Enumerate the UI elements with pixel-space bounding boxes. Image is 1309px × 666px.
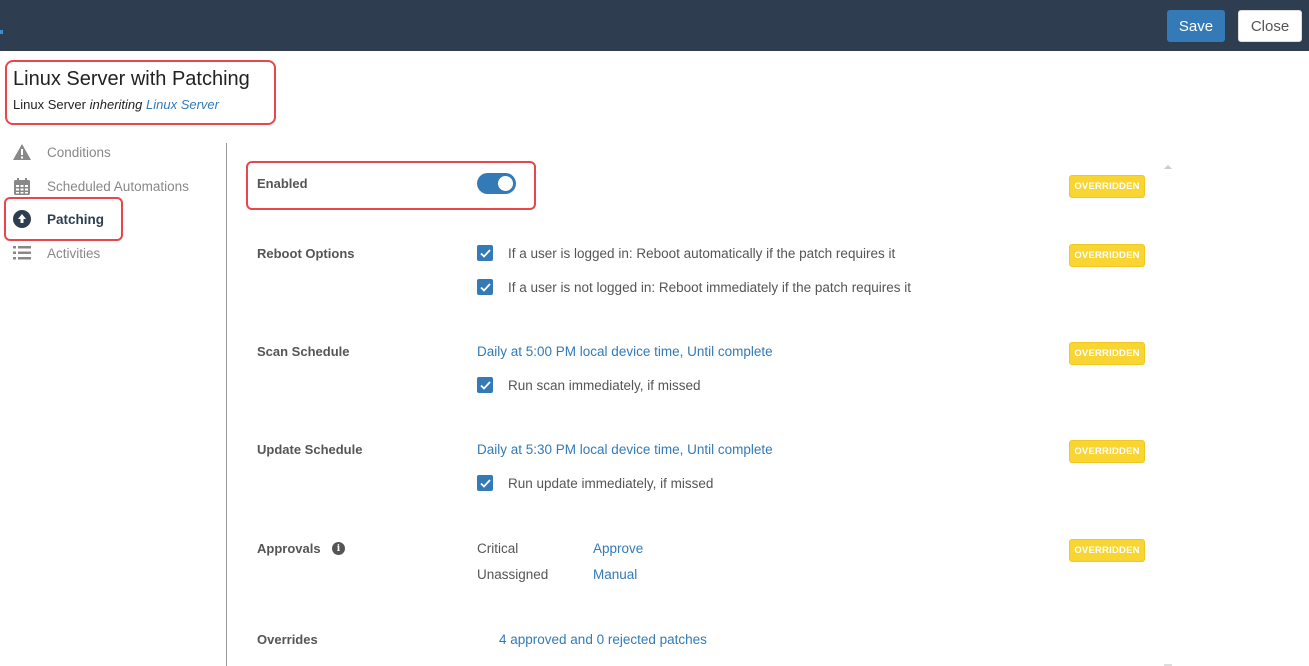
info-icon[interactable]: i	[332, 542, 345, 555]
enabled-toggle[interactable]	[477, 173, 516, 194]
sidebar-item-label: Conditions	[47, 144, 111, 160]
approval-value-critical[interactable]: Approve	[593, 541, 643, 556]
update-schedule-link[interactable]: Daily at 5:30 PM local device time	[477, 442, 680, 457]
sidebar-divider	[226, 143, 227, 666]
parent-policy-link[interactable]: Linux Server	[146, 97, 219, 112]
sidebar-item-label: Patching	[47, 211, 105, 227]
save-button[interactable]: Save	[1167, 10, 1225, 42]
scan-schedule-value: Daily at 5:00 PM local device time, Unti…	[477, 344, 773, 359]
back-indicator[interactable]	[0, 30, 3, 34]
update-until-link[interactable]: Until complete	[687, 442, 773, 457]
reboot-logged-in-checkbox[interactable]	[477, 245, 493, 261]
page-title: Linux Server with Patching	[13, 68, 250, 90]
scan-until-link[interactable]: Until complete	[687, 344, 773, 359]
close-button[interactable]: Close	[1238, 10, 1302, 42]
enabled-overridden-badge: OVERRIDDEN	[1069, 175, 1145, 198]
sidebar-item-label: Scheduled Automations	[47, 178, 189, 194]
check-icon	[479, 282, 491, 292]
reboot-not-logged-in-text: If a user is not logged in: Reboot immed…	[508, 280, 911, 295]
policy-type: Linux Server	[13, 97, 86, 112]
reboot-overridden-badge: OVERRIDDEN	[1069, 244, 1145, 267]
calendar-icon	[12, 176, 32, 196]
sidebar-item-conditions[interactable]: Conditions	[12, 140, 111, 164]
sidebar-item-label: Activities	[47, 245, 101, 261]
scroll-up-arrow[interactable]	[1164, 165, 1172, 169]
sidebar-item-scheduled-automations[interactable]: Scheduled Automations	[12, 174, 189, 198]
sidebar-item-patching[interactable]: Patching	[12, 207, 104, 231]
check-icon	[479, 248, 491, 258]
approvals-overridden-badge: OVERRIDDEN	[1069, 539, 1145, 562]
toggle-knob	[498, 176, 513, 191]
reboot-not-logged-in-checkbox[interactable]	[477, 279, 493, 295]
enabled-label: Enabled	[257, 176, 308, 191]
overrides-link[interactable]: 4 approved and 0 rejected patches	[499, 632, 707, 647]
separator: ,	[679, 344, 688, 359]
warning-icon	[12, 142, 32, 162]
reboot-logged-in-text: If a user is logged in: Reboot automatic…	[508, 246, 896, 261]
inheriting-label: inheriting	[89, 97, 143, 112]
sidebar-item-activities[interactable]: Activities	[12, 241, 100, 265]
update-schedule-value: Daily at 5:30 PM local device time, Unti…	[477, 442, 773, 457]
approval-category-unassigned: Unassigned	[477, 567, 549, 582]
run-update-missed-checkbox[interactable]	[477, 475, 493, 491]
separator: ,	[679, 442, 688, 457]
check-icon	[479, 478, 491, 488]
reboot-options-label: Reboot Options	[257, 246, 355, 261]
scan-schedule-link[interactable]: Daily at 5:00 PM local device time	[477, 344, 680, 359]
policy-subtitle: Linux Server inheriting Linux Server	[13, 97, 219, 112]
scan-schedule-label: Scan Schedule	[257, 344, 350, 359]
scan-overridden-badge: OVERRIDDEN	[1069, 342, 1145, 365]
approval-category-critical: Critical	[477, 541, 519, 556]
overrides-label: Overrides	[257, 632, 318, 647]
update-overridden-badge: OVERRIDDEN	[1069, 440, 1145, 463]
run-scan-missed-checkbox[interactable]	[477, 377, 493, 393]
run-update-missed-text: Run update immediately, if missed	[508, 476, 714, 491]
approval-value-unassigned[interactable]: Manual	[593, 567, 637, 582]
check-icon	[479, 380, 491, 390]
update-schedule-label: Update Schedule	[257, 442, 363, 457]
run-scan-missed-text: Run scan immediately, if missed	[508, 378, 701, 393]
top-bar: Save Close	[0, 0, 1309, 51]
arrow-up-circle-icon	[12, 209, 32, 229]
approvals-label: Approvals	[257, 541, 321, 556]
list-icon	[12, 243, 32, 263]
